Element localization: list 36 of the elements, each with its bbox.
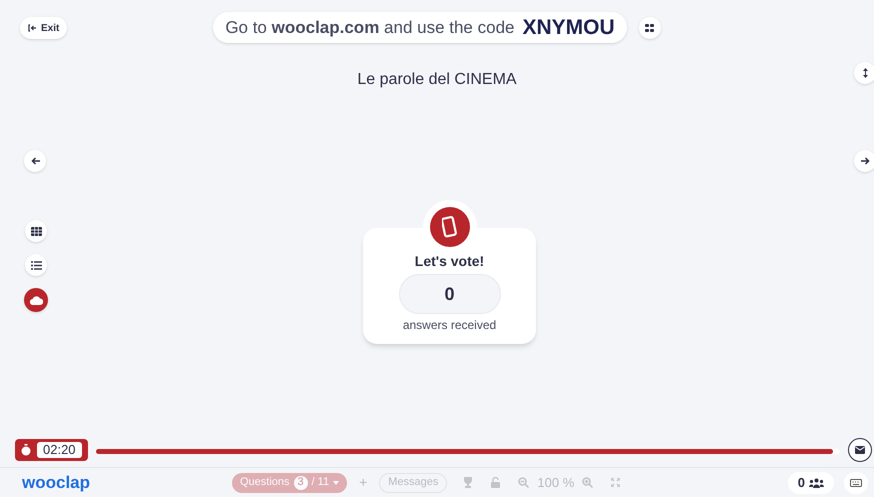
cloud-icon	[30, 296, 42, 304]
resize-button[interactable]	[854, 62, 874, 84]
timer-value: 02:20	[37, 442, 82, 458]
caret-icon	[333, 480, 340, 484]
stopwatch-icon	[21, 444, 31, 456]
qr-code-icon	[645, 24, 654, 32]
keyboard-icon	[850, 478, 862, 486]
previous-button[interactable]	[24, 150, 46, 172]
messages-button[interactable]	[848, 438, 872, 462]
next-button[interactable]	[854, 150, 874, 172]
right-arrow-icon	[860, 157, 870, 165]
questions-label: Questions	[240, 475, 290, 490]
join-instructions: Go to wooclap.com and use the code	[225, 16, 514, 39]
event-code: XNYMOU	[522, 14, 615, 41]
answers-caption: answers received	[402, 317, 496, 334]
grid-view-button[interactable]	[25, 220, 47, 242]
participant-count: 0	[798, 474, 805, 492]
list-view-button[interactable]	[25, 254, 47, 276]
exit-icon	[28, 24, 37, 32]
vertical-arrows-icon	[862, 68, 868, 78]
grid-icon	[30, 226, 42, 236]
wooclap-logo: wooclap	[22, 472, 92, 494]
vote-heading: Let's vote!	[414, 252, 484, 271]
qr-code-button[interactable]	[638, 16, 661, 38]
cloud-view-button[interactable]	[24, 288, 48, 312]
people-icon	[809, 478, 824, 488]
exit-button[interactable]: Exit	[20, 17, 68, 39]
phone-icon	[442, 216, 458, 238]
envelope-icon	[855, 446, 865, 454]
question-title: Le parole del CINEMA	[356, 70, 518, 90]
current-question: 3	[294, 476, 308, 490]
list-icon	[30, 260, 42, 270]
question-total: / 11	[312, 475, 330, 490]
keyboard-button[interactable]	[844, 472, 868, 494]
answer-count: 0	[398, 274, 500, 314]
left-arrow-icon	[30, 157, 40, 165]
